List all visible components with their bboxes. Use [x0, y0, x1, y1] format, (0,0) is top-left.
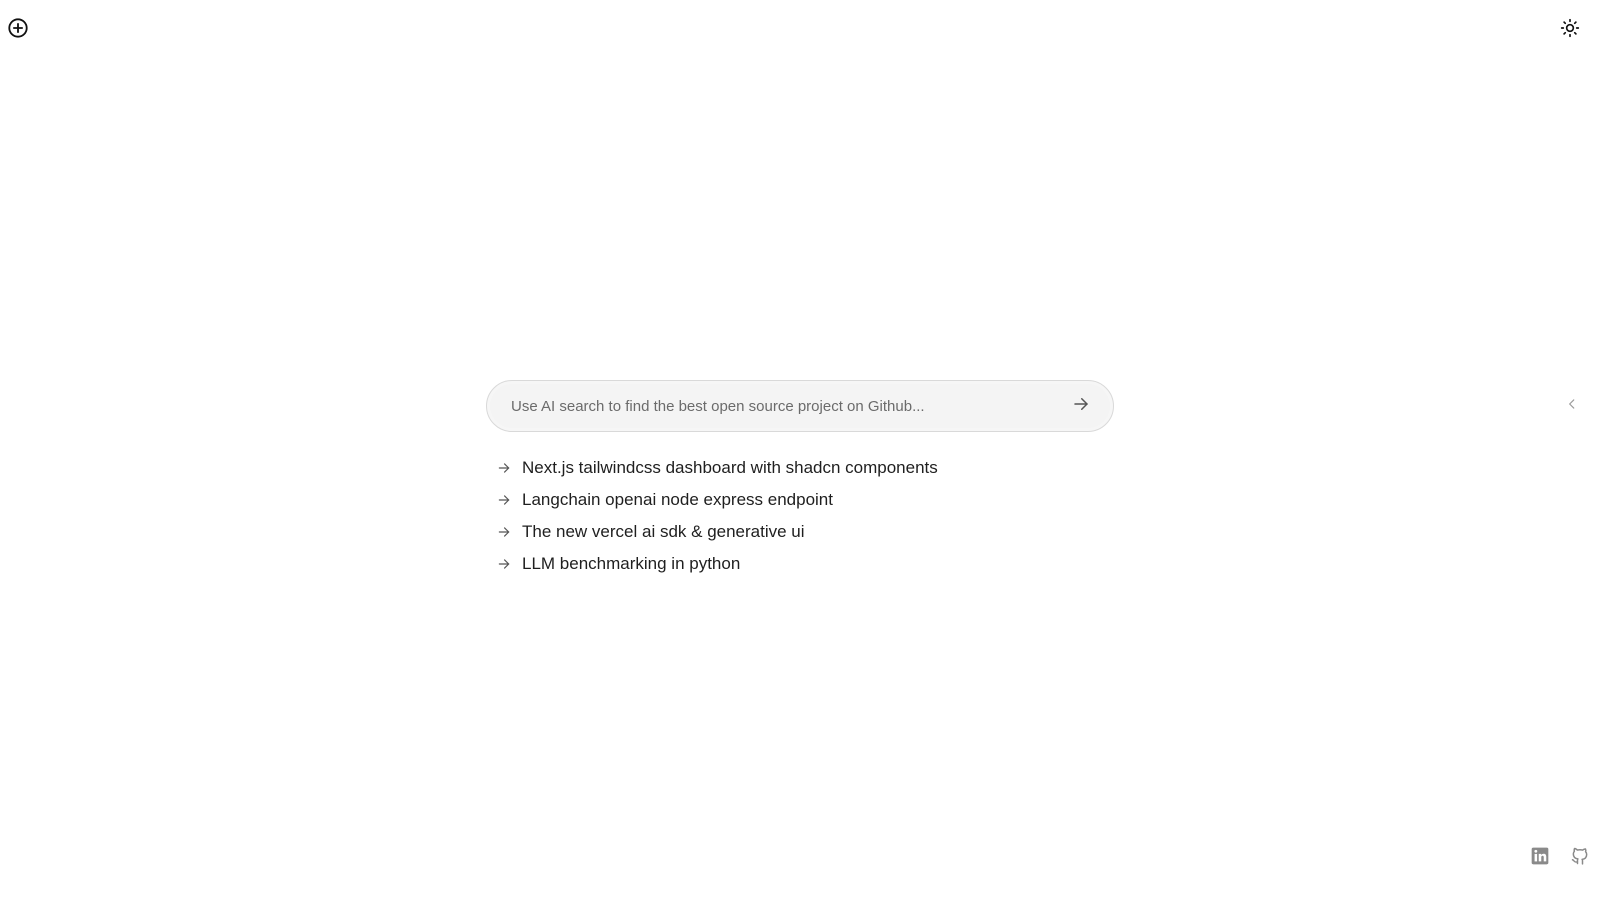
suggestion-item[interactable]: LLM benchmarking in python: [496, 548, 938, 580]
suggestion-item[interactable]: Next.js tailwindcss dashboard with shadc…: [496, 452, 938, 484]
arrow-right-icon: [496, 524, 512, 540]
linkedin-link[interactable]: [1528, 844, 1552, 868]
theme-toggle-button[interactable]: [1556, 14, 1584, 42]
suggestion-label: LLM benchmarking in python: [522, 554, 741, 573]
github-icon: [1570, 846, 1590, 866]
arrow-right-icon: [496, 460, 512, 476]
collapse-sidebar-button[interactable]: [1560, 392, 1584, 416]
new-chat-button[interactable]: [4, 14, 32, 42]
suggestion-item[interactable]: The new vercel ai sdk & generative ui: [496, 516, 938, 548]
suggestion-label: Next.js tailwindcss dashboard with shadc…: [522, 458, 938, 477]
suggestion-label: The new vercel ai sdk & generative ui: [522, 522, 805, 541]
search-bar: [486, 380, 1114, 432]
search-input[interactable]: [487, 381, 1061, 431]
submit-search-button[interactable]: [1061, 386, 1101, 426]
chevron-left-icon: [1565, 397, 1579, 411]
arrow-right-icon: [496, 492, 512, 508]
plus-circle-icon: [7, 17, 29, 39]
linkedin-icon: [1530, 846, 1550, 866]
suggestion-list: Next.js tailwindcss dashboard with shadc…: [496, 452, 938, 580]
arrow-right-icon: [496, 556, 512, 572]
suggestion-item[interactable]: Langchain openai node express endpoint: [496, 484, 938, 516]
arrow-right-icon: [1072, 395, 1090, 418]
suggestion-label: Langchain openai node express endpoint: [522, 490, 833, 509]
sun-icon: [1560, 18, 1580, 38]
github-link[interactable]: [1568, 844, 1592, 868]
